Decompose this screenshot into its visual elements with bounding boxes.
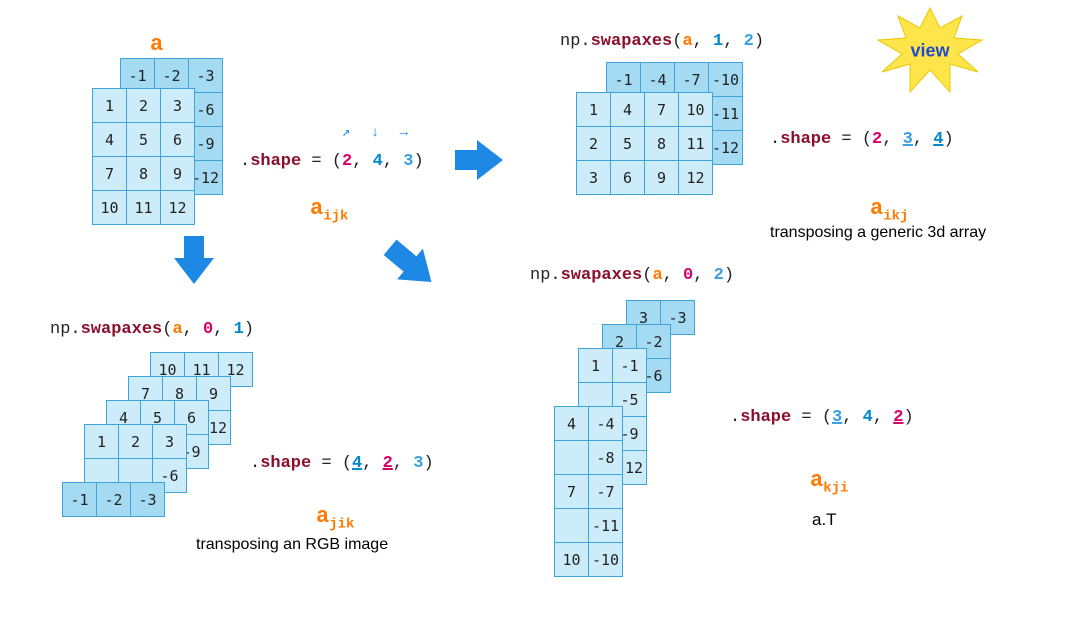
shape-s12: .shape = (2, 3, 4) bbox=[770, 130, 954, 149]
shape-s01: .shape = (4, 2, 3) bbox=[250, 454, 434, 473]
arrow-diag-icon bbox=[380, 236, 440, 292]
tensor-index-ikj: aikj bbox=[870, 196, 908, 224]
call-swap02: np.swapaxes(a, 0, 2) bbox=[530, 266, 734, 285]
call-swap01: np.swapaxes(a, 0, 1) bbox=[50, 320, 254, 339]
axis-arrows-icon: ↗ ↓ → bbox=[336, 124, 414, 141]
tensor-label-a: a bbox=[150, 32, 163, 57]
matrix-s12-front: 14710 25811 36912 bbox=[576, 92, 713, 195]
caption-s01: transposing an RGB image bbox=[196, 536, 388, 554]
caption-aT: a.T bbox=[812, 510, 837, 530]
arrow-down-icon: ↓ bbox=[371, 125, 379, 141]
shape-s02: .shape = (3, 4, 2) bbox=[730, 408, 914, 427]
arrow-right-icon bbox=[455, 138, 505, 182]
matrix-a-front: 123 456 789 101112 bbox=[92, 88, 195, 225]
tensor-index-kji: akji bbox=[810, 468, 848, 496]
view-badge: view bbox=[870, 6, 990, 96]
matrix-s01-front: -1-2-3 bbox=[62, 482, 165, 517]
caption-s12: transposing a generic 3d array bbox=[770, 224, 986, 242]
arrow-right-icon: → bbox=[400, 125, 408, 141]
arrow-down-icon bbox=[172, 236, 216, 286]
tensor-index-ijk: aijk bbox=[310, 196, 348, 224]
call-swap12: np.swapaxes(a, 1, 2) bbox=[560, 32, 764, 51]
shape-original: .shape = (2, 4, 3) bbox=[240, 152, 424, 171]
tensor-index-jik: ajik bbox=[316, 504, 354, 532]
matrix-s02-front: 4-4 -8 7-7 -11 10-10 bbox=[554, 406, 623, 577]
arrow-diag-icon: ↗ bbox=[342, 124, 350, 141]
view-badge-label: view bbox=[910, 41, 949, 62]
